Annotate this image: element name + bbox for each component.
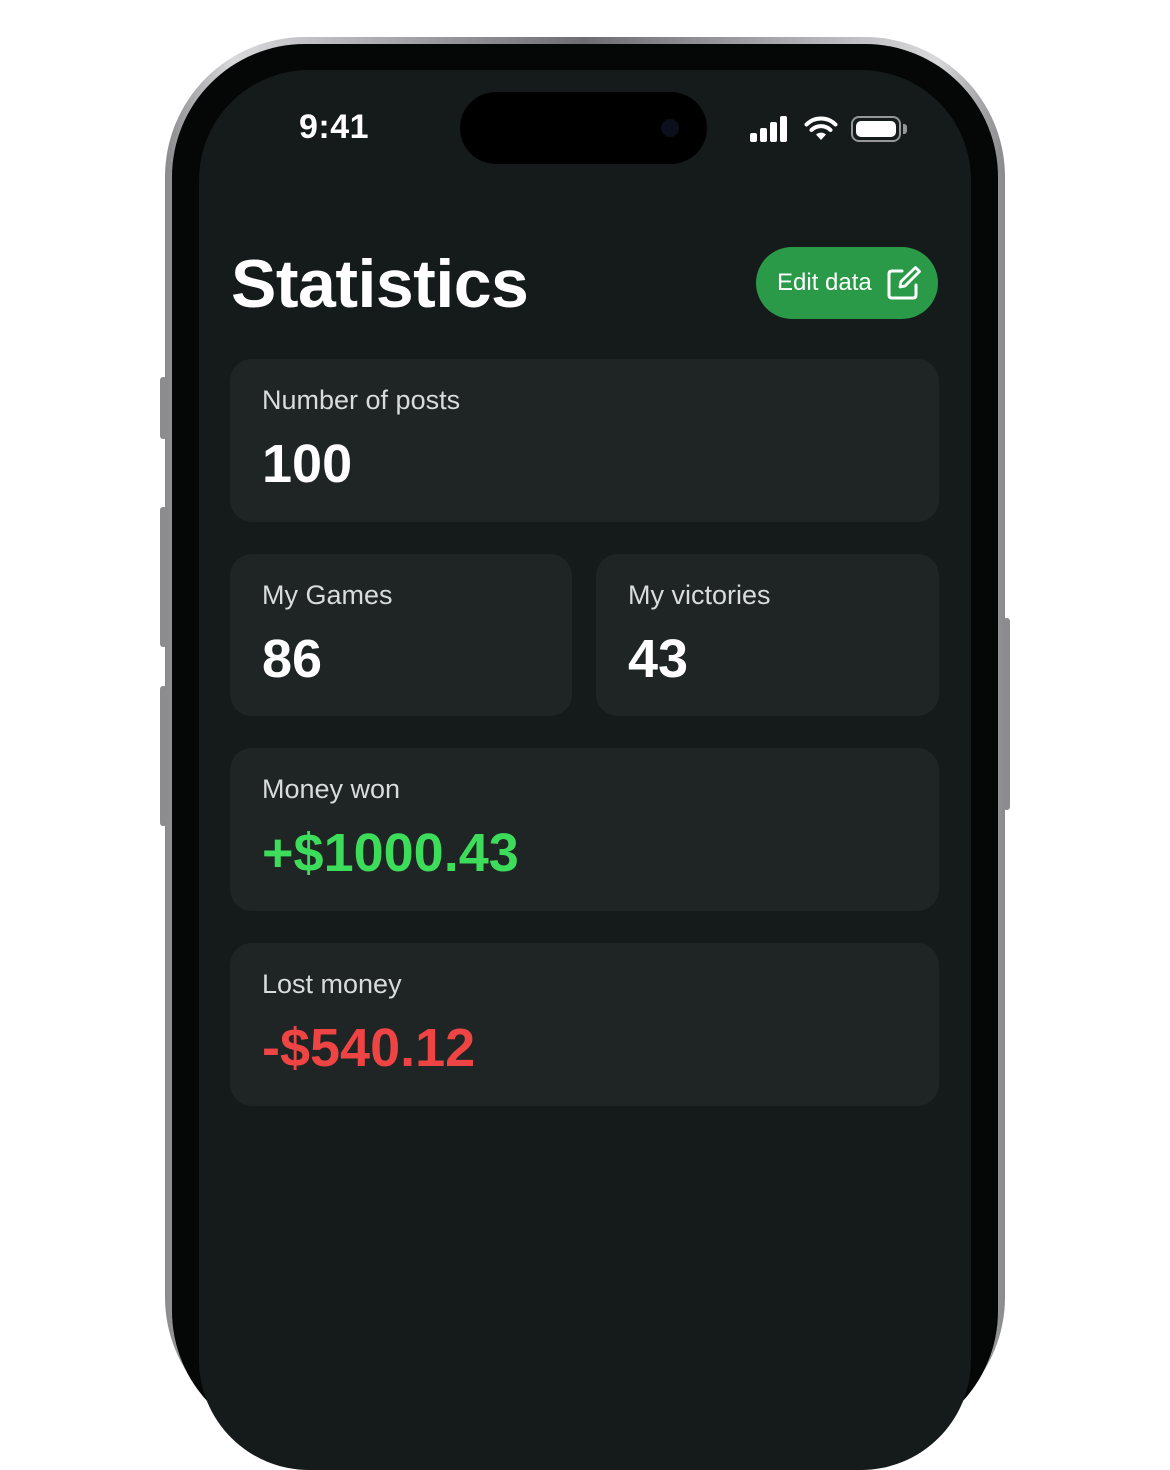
screen: 9:41 Statistics Edit data Number of post…	[199, 70, 971, 1470]
victories-card: My victories 43	[596, 554, 939, 716]
money-won-label: Money won	[262, 774, 401, 804]
page-title: Statistics	[231, 246, 529, 322]
volume-down-button	[160, 686, 167, 826]
action-button	[160, 377, 167, 439]
volume-up-button	[160, 507, 167, 647]
camera-icon	[661, 119, 679, 137]
posts-card: Number of posts 100	[230, 359, 939, 522]
power-button	[1003, 618, 1010, 810]
wifi-icon	[804, 116, 838, 140]
lost-money-value: -$540.12	[262, 1018, 476, 1078]
lost-money-label: Lost money	[262, 969, 402, 999]
status-time: 9:41	[299, 108, 370, 146]
posts-value: 100	[262, 434, 353, 494]
games-value: 86	[262, 629, 323, 689]
edit-icon	[887, 266, 921, 300]
edit-data-button[interactable]: Edit data	[756, 247, 938, 319]
dynamic-island	[460, 92, 707, 164]
games-card: My Games 86	[230, 554, 572, 716]
games-label: My Games	[262, 580, 393, 610]
money-won-value: +$1000.43	[262, 823, 519, 883]
edit-data-label: Edit data	[777, 269, 872, 296]
posts-label: Number of posts	[262, 385, 461, 415]
signal-icon	[750, 114, 790, 142]
lost-money-card: Lost money -$540.12	[230, 943, 939, 1106]
victories-label: My victories	[628, 580, 771, 610]
victories-value: 43	[628, 629, 689, 689]
money-won-card: Money won +$1000.43	[230, 748, 939, 911]
battery-icon	[851, 116, 907, 142]
